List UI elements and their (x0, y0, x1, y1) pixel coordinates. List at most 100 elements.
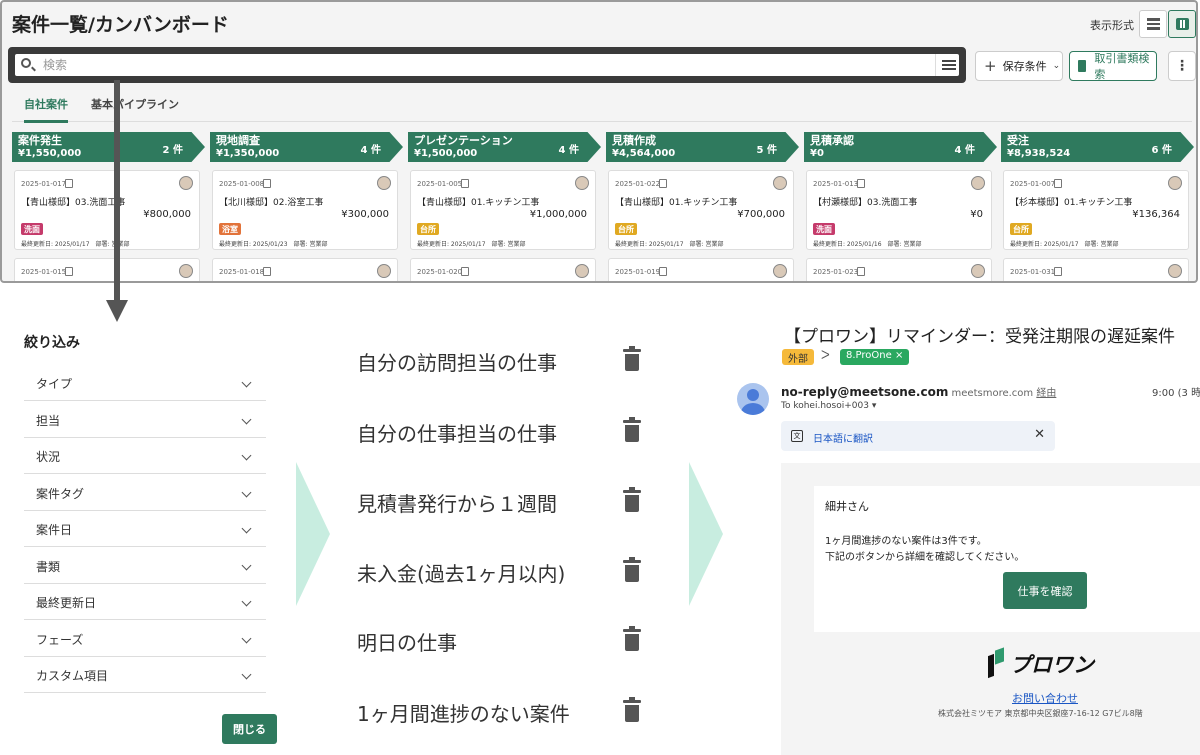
filter-item[interactable]: 担当 (24, 402, 266, 438)
deal-card[interactable]: 2025-01-022 【青山様邸】01.キッチン工事 ¥700,000 台所 最終更新… (608, 170, 794, 250)
translate-link[interactable]: 日本語に翻訳 (813, 430, 873, 445)
card-tag: 台所 (1010, 223, 1032, 235)
deal-card[interactable]: 2025-01-013 【村瀬様邸】03.洗面工事 ¥0 洗面 最終更新日: 2025/… (806, 170, 992, 250)
column-count: 5 件 (756, 145, 777, 156)
saved-condition-item[interactable]: 未入金(過去1ヶ月以内) (357, 556, 657, 590)
avatar (377, 264, 391, 278)
deal-card[interactable]: 2025-01-031 (1003, 258, 1189, 281)
email-body-line: 下記のボタンから詳細を確認してください。 (825, 552, 1025, 563)
deal-card[interactable]: 2025-01-023 (806, 258, 992, 281)
check-jobs-button[interactable]: 仕事を確認 (1003, 572, 1087, 609)
copy-icon[interactable] (65, 179, 73, 188)
avatar (773, 176, 787, 190)
copy-icon[interactable] (263, 179, 271, 188)
copy-icon[interactable] (65, 267, 73, 276)
deal-card[interactable]: 2025-01-017 【青山様邸】03.洗面工事 ¥800,000 洗面 最終更新日:… (14, 170, 200, 250)
document-icon (1078, 60, 1087, 72)
trash-icon[interactable] (623, 697, 641, 722)
tab-basic-pipeline[interactable]: 基本パイプライン (91, 96, 179, 120)
deal-card[interactable]: 2025-01-018 (212, 258, 398, 281)
document-search-button[interactable]: 取引書類検索 (1069, 51, 1157, 81)
copy-icon[interactable] (659, 179, 667, 188)
deal-card[interactable]: 2025-01-007 【杉本様邸】01.キッチン工事 ¥136,364 台所 最終更新… (1003, 170, 1189, 250)
logo-text: プロワン (1010, 653, 1094, 677)
chevron-down-icon (241, 487, 252, 497)
contact-link[interactable]: お問い合わせ (1012, 690, 1078, 706)
filter-settings-icon[interactable] (935, 54, 959, 76)
deal-card[interactable]: 2025-01-008 【北川様邸】02.浴室工事 ¥300,000 浴室 最終更新日:… (212, 170, 398, 250)
column-header[interactable]: プレゼンテーション ¥1,500,000 4 件 (408, 132, 601, 162)
avatar (971, 176, 985, 190)
kanban-view-button[interactable] (1168, 10, 1196, 38)
saved-condition-item[interactable]: 自分の仕事担当の仕事 (357, 416, 657, 450)
close-button[interactable]: 閉じる (222, 714, 277, 744)
column-header[interactable]: 見積承認 ¥0 4 件 (804, 132, 997, 162)
column-header[interactable]: 見積作成 ¥4,564,000 5 件 (606, 132, 799, 162)
sender-via-link[interactable]: 経由 (1036, 388, 1056, 399)
pipeline-tabs: 自社案件 基本パイプライン (12, 88, 1192, 123)
save-conditions-button[interactable]: + 保存条件 ⌄ (975, 51, 1063, 81)
filter-item-label: 状況 (36, 450, 61, 464)
filter-item-label: タイプ (36, 377, 73, 391)
copy-icon[interactable] (1054, 267, 1062, 276)
filter-item-label: 案件日 (36, 523, 73, 537)
more-options-button[interactable]: ⋮ (1168, 51, 1196, 81)
column-header[interactable]: 受注 ¥8,938,524 6 件 (1001, 132, 1194, 162)
card-amount: ¥700,000 (737, 209, 785, 220)
filter-item[interactable]: フェーズ (24, 621, 266, 657)
search-input[interactable] (43, 56, 903, 74)
saved-condition-item[interactable]: 見積書発行から１週間 (357, 486, 657, 520)
card-date: 2025-01-023 (813, 268, 859, 276)
card-title: 【青山様邸】01.キッチン工事 (615, 198, 738, 208)
saved-condition-item[interactable]: 明日の仕事 (357, 625, 657, 659)
card-title: 【北川様邸】02.浴室工事 (219, 198, 324, 208)
view-format-label: 表示形式 (1090, 19, 1134, 32)
company-address: 株式会社ミツモア 東京都中央区銀座7-16-12 G7ビル8階 (938, 709, 1143, 718)
card-date: 2025-01-022 (615, 180, 661, 188)
card-date: 2025-01-005 (417, 180, 463, 188)
saved-condition-item[interactable]: 1ヶ月間進捗のない案件 (357, 696, 657, 730)
deal-card[interactable]: 2025-01-015 (14, 258, 200, 281)
column-header[interactable]: 案件発生 ¥1,550,000 2 件 (12, 132, 205, 162)
column-header[interactable]: 現地調査 ¥1,350,000 4 件 (210, 132, 403, 162)
tab-own-projects[interactable]: 自社案件 (24, 96, 68, 123)
close-icon[interactable]: ✕ (1034, 427, 1045, 442)
trash-icon[interactable] (623, 626, 641, 651)
copy-icon[interactable] (857, 267, 865, 276)
copy-icon[interactable] (659, 267, 667, 276)
page-title: 案件一覧/カンバンボード (12, 14, 229, 36)
trash-icon[interactable] (623, 557, 641, 582)
copy-icon[interactable] (857, 179, 865, 188)
filter-item[interactable]: カスタム項目 (24, 657, 266, 693)
trash-icon[interactable] (623, 346, 641, 371)
label-external-badge[interactable]: 外部 (782, 349, 814, 365)
filter-item[interactable]: 書類 (24, 548, 266, 584)
filter-item[interactable]: タイプ (24, 365, 266, 401)
card-meta: 最終更新日: 2025/01/16 部署: 営業部 (813, 241, 922, 248)
saved-condition-item[interactable]: 自分の訪問担当の仕事 (357, 345, 657, 379)
email-recipient[interactable]: To kohei.hosoi+003 ▾ (781, 401, 876, 411)
card-date: 2025-01-020 (417, 268, 463, 276)
filter-item[interactable]: 最終更新日 (24, 584, 266, 620)
trash-icon[interactable] (623, 417, 641, 442)
label-proone-badge[interactable]: 8.ProOne × (840, 349, 910, 365)
trash-icon[interactable] (623, 487, 641, 512)
card-tag: 台所 (615, 223, 637, 235)
deal-card[interactable]: 2025-01-019 (608, 258, 794, 281)
deal-card[interactable]: 2025-01-020 (410, 258, 596, 281)
filter-item[interactable]: 案件タグ (24, 475, 266, 511)
connector-arrow-head (106, 300, 128, 322)
filter-item[interactable]: 案件日 (24, 511, 266, 547)
filter-item[interactable]: 状況 (24, 438, 266, 474)
chevron-down-icon (241, 414, 252, 424)
column-count: 4 件 (954, 145, 975, 156)
sender-avatar (737, 383, 769, 415)
copy-icon[interactable] (461, 179, 469, 188)
card-date: 2025-01-018 (219, 268, 265, 276)
chevron-down-icon (241, 450, 252, 461)
list-view-button[interactable] (1139, 10, 1167, 38)
copy-icon[interactable] (461, 267, 469, 276)
copy-icon[interactable] (1054, 179, 1062, 188)
copy-icon[interactable] (263, 267, 271, 276)
deal-card[interactable]: 2025-01-005 【青山様邸】01.キッチン工事 ¥1,000,000 台所 最終… (410, 170, 596, 250)
